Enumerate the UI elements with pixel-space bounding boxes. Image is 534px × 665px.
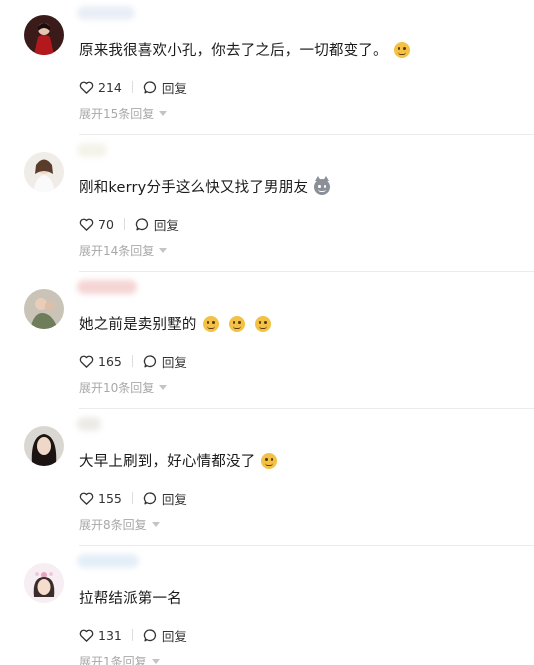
reply-button[interactable]: 回复 (143, 78, 187, 97)
reply-button[interactable]: 回复 (135, 215, 179, 234)
comment-item: 她之前是卖别墅的 165 回复 展开10条回复 (0, 274, 534, 411)
comment-actions: 214 回复 (79, 78, 187, 97)
thinking-face-emoji (202, 316, 219, 332)
heart-icon (79, 81, 94, 94)
expand-replies-button[interactable]: 展开10条回复 (79, 379, 168, 396)
action-separator (131, 81, 133, 93)
expand-replies-label: 展开15条回复 (79, 107, 155, 121)
comment-text: 刚和kerry分手这么快又找了男朋友 (79, 176, 331, 199)
heart-icon (79, 218, 94, 231)
action-separator (131, 492, 133, 504)
like-count: 214 (98, 79, 122, 95)
avatar[interactable] (24, 152, 64, 192)
reply-button[interactable]: 回复 (143, 626, 187, 645)
expand-replies-button[interactable]: 展开14条回复 (79, 242, 168, 259)
comment-body: 拉帮结派第一名 (79, 591, 182, 607)
avatar[interactable] (24, 289, 64, 329)
comment-item: 原来我很喜欢小孔，你去了之后，一切都变了。 214 回复 展开15条回复 (0, 0, 534, 137)
thinking-face-emoji (393, 42, 410, 58)
reply-label: 回复 (161, 628, 187, 644)
heart-icon (79, 355, 94, 368)
comment-bubble-icon (143, 491, 156, 504)
comment-actions: 155 回复 (79, 489, 187, 508)
comment-bubble-icon (143, 354, 156, 367)
chevron-down-icon (159, 385, 168, 390)
comment-body: 大早上刷到，好心情都没了 (79, 454, 256, 470)
like-count: 155 (98, 490, 122, 506)
avatar[interactable] (24, 426, 64, 466)
reply-label: 回复 (153, 217, 179, 233)
username-blurred[interactable] (77, 554, 139, 568)
chevron-down-icon (159, 111, 168, 116)
like-count: 165 (98, 353, 122, 369)
comment-body: 刚和kerry分手这么快又找了男朋友 (79, 180, 309, 196)
expand-replies-button[interactable]: 展开8条回复 (79, 516, 160, 533)
chevron-down-icon (151, 659, 160, 664)
comment-list: 原来我很喜欢小孔，你去了之后，一切都变了。 214 回复 展开15条回复 刚和k… (0, 0, 534, 665)
username-blurred[interactable] (77, 143, 107, 157)
reply-label: 回复 (161, 354, 187, 370)
thinking-face-emoji (254, 316, 271, 332)
comment-item: 刚和kerry分手这么快又找了男朋友 70 回复 展开14条回复 (0, 137, 534, 274)
like-count: 131 (98, 627, 122, 643)
comment-bubble-icon (143, 80, 156, 93)
reply-label: 回复 (161, 491, 187, 507)
username-blurred[interactable] (77, 417, 101, 431)
grimacing-face-emoji (261, 453, 278, 469)
like-count: 70 (98, 216, 114, 232)
reply-label: 回复 (161, 80, 187, 96)
expand-replies-label: 展开8条回复 (79, 518, 147, 532)
comment-text: 原来我很喜欢小孔，你去了之后，一切都变了。 (79, 40, 410, 62)
action-separator (131, 629, 133, 641)
reply-button[interactable]: 回复 (143, 352, 187, 371)
action-separator (131, 355, 133, 367)
expand-replies-label: 展开10条回复 (79, 381, 155, 395)
heart-icon (79, 629, 94, 642)
like-button[interactable]: 70 (79, 217, 114, 232)
comment-text: 拉帮结派第一名 (79, 588, 182, 610)
expand-replies-label: 展开14条回复 (79, 244, 155, 258)
comment-actions: 131 回复 (79, 626, 187, 645)
reply-button[interactable]: 回复 (143, 489, 187, 508)
chevron-down-icon (151, 522, 160, 527)
like-button[interactable]: 165 (79, 354, 122, 369)
comment-body: 原来我很喜欢小孔，你去了之后，一切都变了。 (79, 43, 388, 59)
like-button[interactable]: 214 (79, 80, 122, 95)
username-blurred[interactable] (77, 6, 135, 20)
comment-item: 大早上刷到，好心情都没了 155 回复 展开8条回复 (0, 411, 534, 548)
expand-replies-label: 展开1条回复 (79, 655, 147, 665)
divider (79, 545, 534, 546)
username-blurred[interactable] (77, 280, 137, 294)
thinking-face-emoji (228, 316, 245, 332)
divider (79, 408, 534, 409)
comment-actions: 70 回复 (79, 215, 179, 234)
like-button[interactable]: 131 (79, 628, 122, 643)
comment-text: 她之前是卖别墅的 (79, 314, 271, 336)
divider (79, 134, 534, 135)
comment-item: 拉帮结派第一名 131 回复 展开1条回复 (0, 548, 534, 665)
expand-replies-button[interactable]: 展开1条回复 (79, 653, 160, 665)
comment-bubble-icon (143, 628, 156, 641)
comment-actions: 165 回复 (79, 352, 187, 371)
like-button[interactable]: 155 (79, 491, 122, 506)
avatar[interactable] (24, 563, 64, 603)
heart-icon (79, 492, 94, 505)
comment-body: 她之前是卖别墅的 (79, 317, 197, 333)
chevron-down-icon (159, 248, 168, 253)
action-separator (123, 218, 125, 230)
comment-text: 大早上刷到，好心情都没了 (79, 451, 278, 473)
divider (79, 271, 534, 272)
comment-bubble-icon (135, 217, 148, 230)
avatar[interactable] (24, 15, 64, 55)
expand-replies-button[interactable]: 展开15条回复 (79, 105, 168, 122)
cat-face-emoji (314, 176, 331, 195)
